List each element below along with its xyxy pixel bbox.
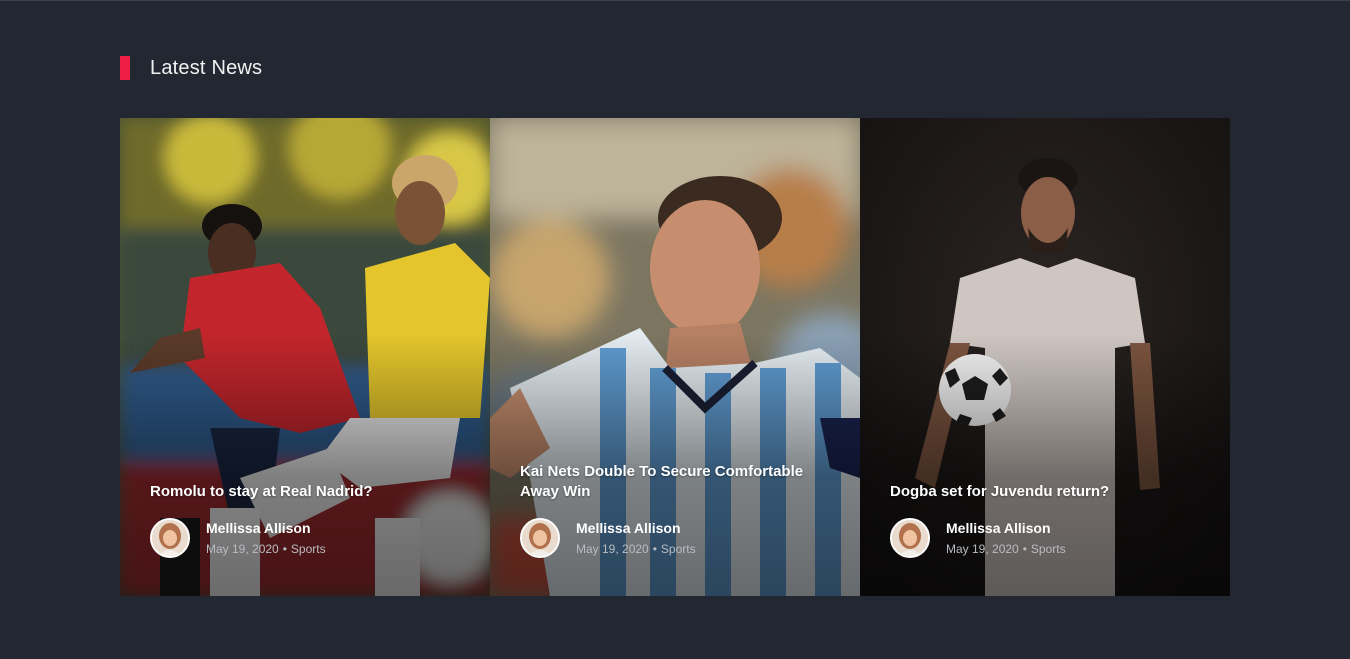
post-category[interactable]: Sports: [291, 542, 326, 556]
card-content: Kai Nets Double To Secure Comfortable Aw…: [520, 462, 830, 558]
meta-separator: •: [282, 541, 287, 556]
page: Latest News Romolu to stay at Real Nadri…: [0, 0, 1350, 659]
author-row: Mellissa Allison May 19, 2020 • Sports: [890, 518, 1200, 558]
author-name[interactable]: Mellissa Allison: [946, 519, 1066, 537]
accent-bar: [120, 56, 130, 80]
meta-separator: •: [652, 541, 657, 556]
section-header: Latest News: [120, 56, 262, 80]
news-card[interactable]: Dogba set for Juvendu return? Mellissa A…: [860, 118, 1230, 596]
author-row: Mellissa Allison May 19, 2020 • Sports: [150, 518, 460, 558]
post-meta: May 19, 2020 • Sports: [206, 540, 326, 558]
author-name[interactable]: Mellissa Allison: [576, 519, 696, 537]
author-name[interactable]: Mellissa Allison: [206, 519, 326, 537]
author-avatar[interactable]: [890, 518, 930, 558]
author-row: Mellissa Allison May 19, 2020 • Sports: [520, 518, 830, 558]
author-meta: Mellissa Allison May 19, 2020 • Sports: [576, 519, 696, 558]
author-avatar[interactable]: [520, 518, 560, 558]
post-meta: May 19, 2020 • Sports: [946, 540, 1066, 558]
post-date: May 19, 2020: [946, 541, 1019, 556]
card-content: Dogba set for Juvendu return? Mellissa A…: [890, 482, 1200, 558]
post-date: May 19, 2020: [206, 541, 279, 556]
post-category[interactable]: Sports: [661, 542, 696, 556]
author-avatar[interactable]: [150, 518, 190, 558]
card-content: Romolu to stay at Real Nadrid? Mellissa …: [150, 482, 460, 558]
news-card[interactable]: Kai Nets Double To Secure Comfortable Aw…: [490, 118, 860, 596]
card-title[interactable]: Kai Nets Double To Secure Comfortable Aw…: [520, 462, 830, 502]
card-title[interactable]: Dogba set for Juvendu return?: [890, 482, 1200, 502]
author-meta: Mellissa Allison May 19, 2020 • Sports: [946, 519, 1066, 558]
news-cards: Romolu to stay at Real Nadrid? Mellissa …: [120, 118, 1230, 596]
post-category[interactable]: Sports: [1031, 542, 1066, 556]
card-title[interactable]: Romolu to stay at Real Nadrid?: [150, 482, 460, 502]
news-card[interactable]: Romolu to stay at Real Nadrid? Mellissa …: [120, 118, 490, 596]
author-meta: Mellissa Allison May 19, 2020 • Sports: [206, 519, 326, 558]
meta-separator: •: [1022, 541, 1027, 556]
post-meta: May 19, 2020 • Sports: [576, 540, 696, 558]
section-title: Latest News: [150, 56, 263, 79]
post-date: May 19, 2020: [576, 541, 649, 556]
